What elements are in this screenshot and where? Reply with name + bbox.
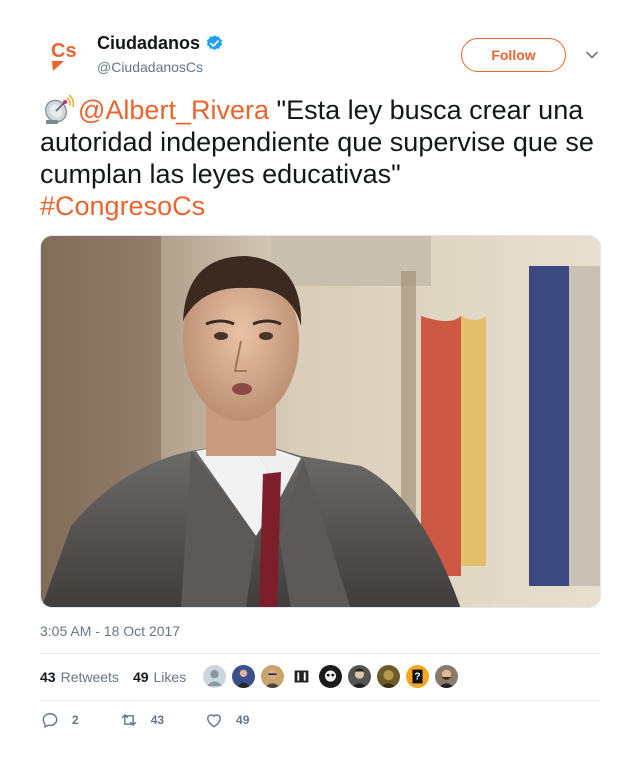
likers-avatars: ?: [202, 664, 463, 689]
likes-label: Likes: [153, 669, 187, 685]
like-button[interactable]: 49: [204, 710, 249, 730]
photo-illustration: [41, 236, 600, 607]
liker-avatar[interactable]: [347, 664, 372, 689]
svg-text:?: ?: [414, 672, 420, 683]
retweets-count: 43: [40, 669, 56, 685]
retweets-stat[interactable]: 43 Retweets: [40, 669, 119, 685]
account-handle[interactable]: @CiudadanosCs: [97, 59, 203, 75]
like-count: 49: [236, 713, 250, 727]
retweet-button[interactable]: 43: [119, 710, 164, 730]
liker-avatar[interactable]: [289, 664, 314, 689]
liker-avatar[interactable]: [202, 664, 227, 689]
liker-avatar[interactable]: [434, 664, 459, 689]
liker-avatar[interactable]: ?: [405, 664, 430, 689]
liker-avatar[interactable]: [231, 664, 256, 689]
reply-button[interactable]: 2: [40, 710, 79, 730]
engagement-stats: 43 Retweets 49 Likes: [40, 665, 200, 689]
hashtag-link[interactable]: #CongresoCs: [40, 191, 205, 221]
reply-count: 2: [72, 713, 79, 727]
likes-stat[interactable]: 49 Likes: [133, 669, 186, 685]
tweet-text: @Albert_Rivera "Esta ley busca crear una…: [40, 94, 600, 222]
reply-icon: [42, 713, 58, 728]
retweet-count: 43: [150, 713, 165, 727]
chevron-down-icon[interactable]: [585, 48, 599, 62]
account-avatar[interactable]: Cs: [40, 30, 88, 78]
liker-avatar[interactable]: [318, 664, 343, 689]
tweet-actions: 2 43 49: [40, 710, 289, 730]
tweet-photo[interactable]: [40, 235, 601, 608]
retweet-icon: [121, 714, 137, 726]
mention-link[interactable]: @Albert_Rivera: [78, 95, 269, 125]
liker-avatar[interactable]: [260, 664, 285, 689]
likes-count: 49: [132, 669, 149, 685]
display-name[interactable]: Ciudadanos: [97, 33, 200, 54]
satellite-antenna-icon: [45, 94, 74, 124]
follow-button[interactable]: Follow: [461, 38, 566, 72]
ciudadanos-logo: Cs: [40, 30, 88, 78]
verified-badge-icon: [206, 35, 223, 51]
divider: [40, 653, 600, 654]
logo-text: Cs: [51, 40, 77, 62]
divider: [40, 700, 600, 701]
liker-avatar[interactable]: [376, 664, 401, 689]
tweet-timestamp[interactable]: 3:05 AM - 18 Oct 2017: [40, 623, 180, 639]
retweets-label: Retweets: [60, 669, 119, 685]
tweet-header: Cs Ciudadanos @CiudadanosCs Follow: [40, 30, 600, 80]
like-icon: [207, 714, 222, 728]
